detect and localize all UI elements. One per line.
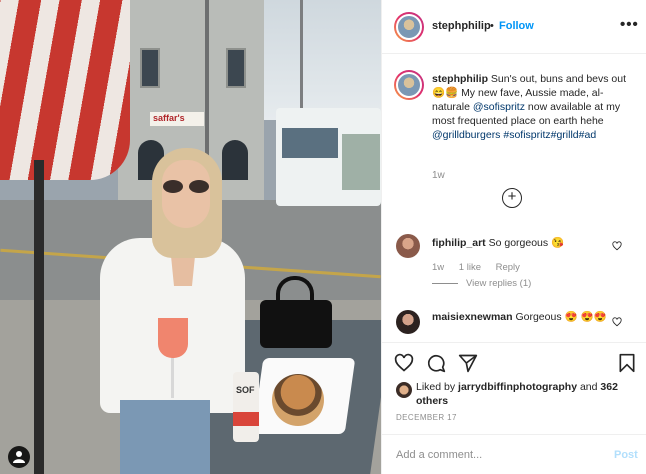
comment-item: fiphilip_art So gorgeous 😘	[432, 236, 612, 250]
photo-tram	[276, 108, 381, 206]
comment-time: 1w	[432, 262, 445, 273]
comment-heart-icon[interactable]	[612, 317, 622, 327]
post-caption: stephphilip Sun's out, buns and bevs out…	[432, 72, 637, 142]
caption-time: 1w	[432, 170, 445, 181]
more-options-icon[interactable]: •••	[620, 16, 639, 33]
caption-username[interactable]: stephphilip	[432, 73, 488, 85]
comment-icon[interactable]	[426, 353, 446, 373]
load-more-comments-button[interactable]: +	[502, 188, 522, 208]
comment-text: Gorgeous 😍 😍😍	[515, 311, 607, 323]
post-panel: stephphilip • Follow ••• stephphilip Sun…	[381, 0, 646, 474]
photo-drink	[158, 318, 188, 358]
post-actions	[382, 342, 646, 382]
heart-icon[interactable]	[394, 353, 414, 373]
likes-summary: Liked by jarrydbiffinphotography and 362…	[416, 381, 618, 407]
header-separator: •	[490, 20, 494, 32]
comment-heart-icon[interactable]	[612, 241, 622, 251]
photo-can	[233, 372, 259, 442]
comment-username[interactable]: fiphilip_art	[432, 237, 486, 249]
post-comment-button[interactable]: Post	[614, 449, 638, 461]
caption-hashtags[interactable]: #sofispritz#grilld#ad	[503, 129, 596, 141]
comment-input[interactable]: Add a comment...	[396, 449, 482, 461]
photo-handbag	[260, 300, 332, 348]
caption-avatar[interactable]	[394, 70, 424, 100]
post-photo[interactable]: saffar's SOF	[0, 0, 381, 474]
mention-grilldburgers[interactable]: @grilldburgers	[432, 129, 500, 141]
comment-meta: 1w 1 like Reply	[432, 262, 532, 273]
tag-user-icon[interactable]	[8, 446, 30, 468]
comment-item: maisiexnewman Gorgeous 😍 😍😍	[432, 310, 612, 324]
post-header: stephphilip • Follow •••	[382, 0, 646, 54]
liker-avatar[interactable]	[396, 382, 412, 398]
add-comment-bar: Add a comment... Post	[382, 434, 646, 474]
mention-sofispritz[interactable]: @sofispritz	[473, 101, 525, 113]
author-username[interactable]: stephphilip	[432, 20, 491, 32]
comment-reply-button[interactable]: Reply	[496, 262, 520, 273]
photo-umbrella	[0, 0, 130, 180]
liker-username[interactable]: jarrydbiffinphotography	[458, 381, 577, 393]
author-avatar[interactable]	[394, 12, 424, 42]
comment-username[interactable]: maisiexnewman	[432, 311, 513, 323]
share-icon[interactable]	[458, 353, 478, 373]
comment-text: So gorgeous 😘	[488, 237, 565, 249]
comment-avatar[interactable]	[396, 310, 420, 334]
shop-sign: saffar's	[150, 112, 204, 126]
post-date[interactable]: DECEMBER 17	[396, 413, 457, 422]
bookmark-icon[interactable]	[618, 353, 636, 373]
comment-avatar[interactable]	[396, 234, 420, 258]
photo-burger	[272, 374, 324, 426]
view-replies-button[interactable]: View replies (1)	[432, 278, 531, 289]
comment-likes[interactable]: 1 like	[459, 262, 481, 273]
follow-button[interactable]: Follow	[499, 20, 534, 32]
